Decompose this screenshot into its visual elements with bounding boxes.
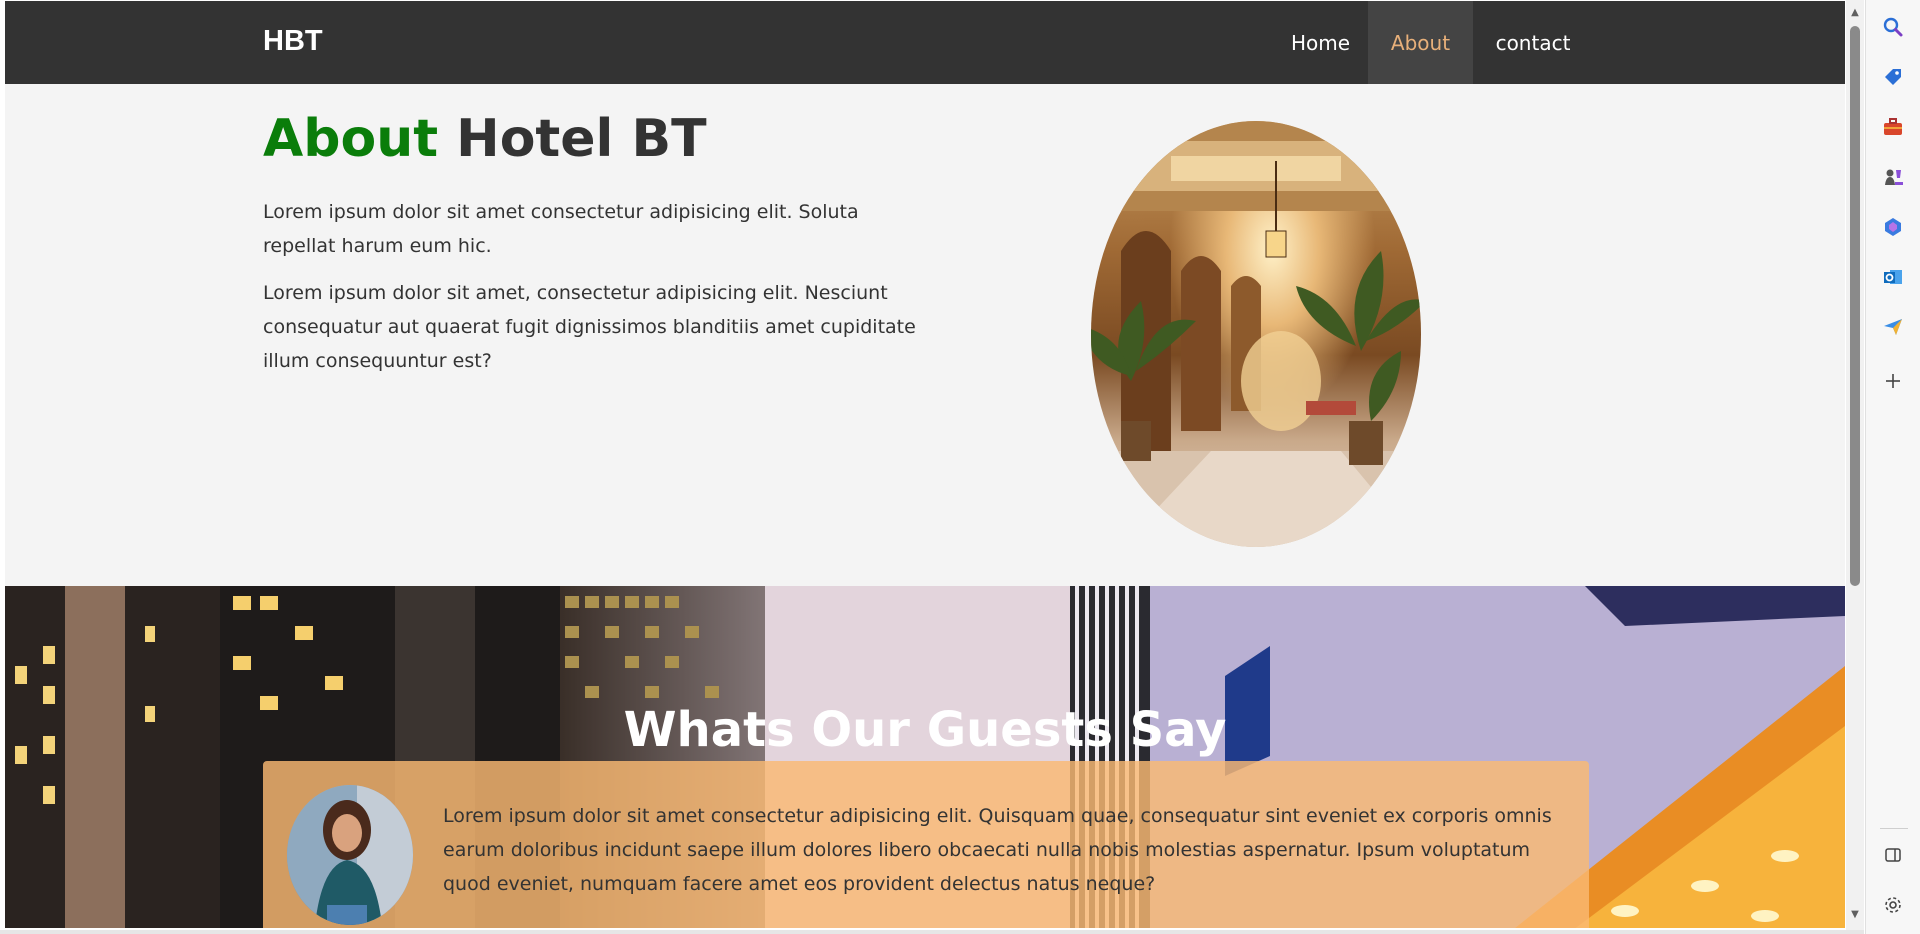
outlook-icon[interactable]	[1878, 262, 1908, 292]
send-icon[interactable]	[1878, 312, 1908, 342]
chess-icon[interactable]	[1878, 162, 1908, 192]
tag-icon[interactable]	[1878, 62, 1908, 92]
settings-icon[interactable]	[1878, 890, 1908, 920]
testimonials-title: Whats Our Guests Say	[623, 702, 1227, 758]
nav-contact[interactable]: contact	[1473, 1, 1593, 84]
add-icon[interactable]	[1878, 366, 1908, 396]
search-icon[interactable]	[1878, 12, 1908, 42]
scroll-thumb[interactable]	[1850, 26, 1860, 586]
guest-avatar	[287, 785, 413, 925]
testimonial-card: Lorem ipsum dolor sit amet consectetur a…	[263, 761, 1589, 928]
scroll-down-arrow-icon[interactable]: ▼	[1846, 906, 1864, 924]
page-scrollbar[interactable]: ▲ ▼	[1846, 0, 1864, 930]
navbar: HBT Home About contact	[5, 1, 1845, 84]
web-page: HBT Home About contact About Hotel BT Lo…	[5, 1, 1845, 928]
split-view-icon[interactable]	[1878, 840, 1908, 870]
briefcase-icon[interactable]	[1878, 112, 1908, 142]
brand-logo[interactable]: HBT	[263, 25, 323, 58]
hotel-lobby-image	[1091, 121, 1421, 547]
scroll-up-arrow-icon[interactable]: ▲	[1846, 4, 1864, 22]
window-bottom-border	[0, 930, 1864, 934]
testimonials-section: Whats Our Guests Say Lorem ipsum dolor s…	[5, 586, 1845, 928]
nav-home[interactable]: Home	[1268, 1, 1373, 84]
sidebar-divider	[1880, 828, 1908, 829]
nav-about[interactable]: About	[1368, 1, 1473, 84]
testimonial-text: Lorem ipsum dolor sit amet consectetur a…	[443, 805, 1552, 895]
about-paragraph-1: Lorem ipsum dolor sit amet consectetur a…	[263, 201, 859, 257]
browser-sidebar	[1865, 0, 1920, 934]
about-title: About Hotel BT	[263, 109, 707, 169]
about-title-rest: Hotel BT	[438, 109, 707, 169]
about-paragraph-2: Lorem ipsum dolor sit amet, consectetur …	[263, 282, 916, 372]
copilot-icon[interactable]	[1878, 212, 1908, 242]
about-title-accent: About	[263, 109, 439, 169]
